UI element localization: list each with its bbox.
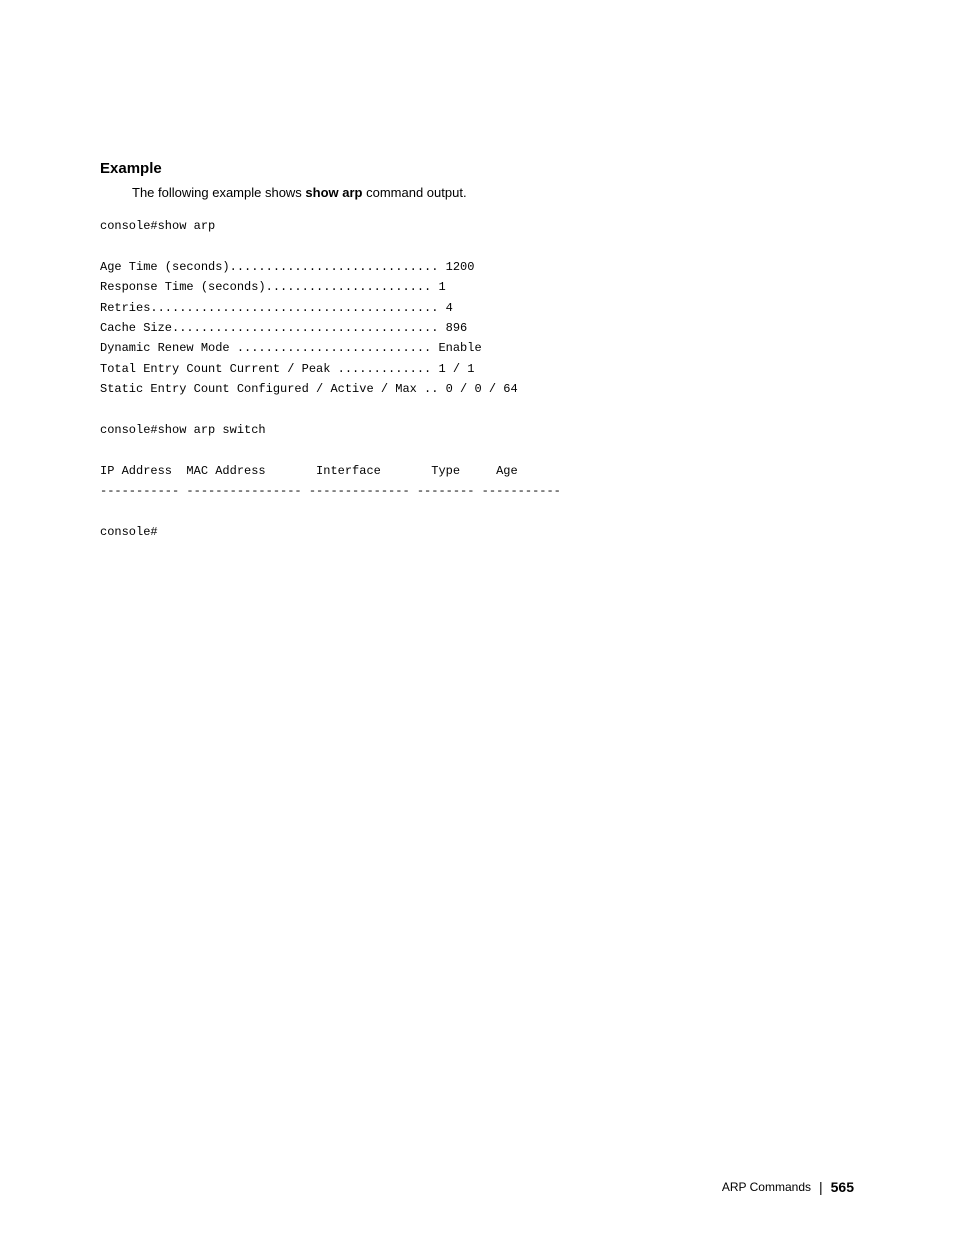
footer-separator: | bbox=[819, 1179, 823, 1195]
description-prefix: The following example shows bbox=[132, 185, 305, 200]
footer-page-number: 565 bbox=[831, 1179, 854, 1195]
example-heading: Example bbox=[100, 160, 854, 177]
footer-section: ARP Commands bbox=[722, 1180, 811, 1194]
page-footer: ARP Commands | 565 bbox=[722, 1179, 854, 1195]
example-section: Example The following example shows show… bbox=[100, 160, 854, 542]
description-suffix: command output. bbox=[363, 185, 467, 200]
page-content: Example The following example shows show… bbox=[0, 0, 954, 622]
example-description: The following example shows show arp com… bbox=[132, 185, 854, 200]
code-block: console#show arp Age Time (seconds).....… bbox=[100, 216, 854, 542]
description-command: show arp bbox=[305, 185, 362, 200]
